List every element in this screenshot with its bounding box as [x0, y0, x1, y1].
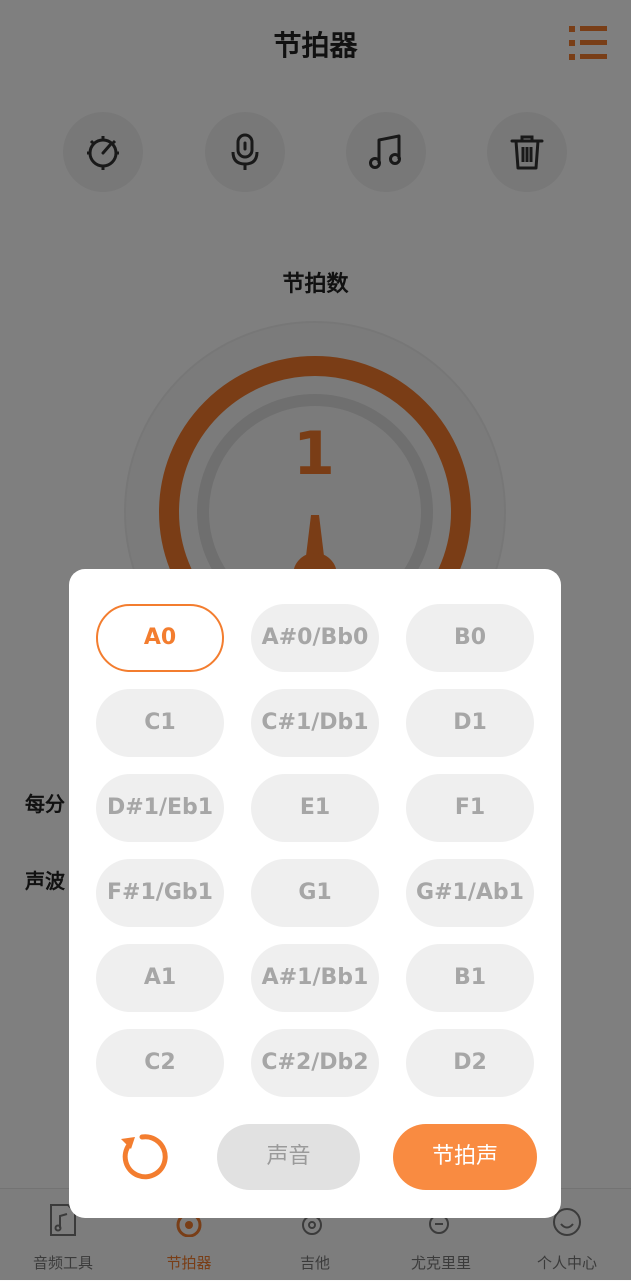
note-option[interactable]: D#1/Eb1	[96, 774, 224, 842]
note-option[interactable]: C#1/Db1	[251, 689, 379, 757]
beat-sound-button[interactable]: 节拍声	[393, 1124, 537, 1190]
note-option[interactable]: A#1/Bb1	[251, 944, 379, 1012]
reset-icon[interactable]	[115, 1129, 169, 1183]
note-option[interactable]: E1	[251, 774, 379, 842]
note-option[interactable]: A1	[96, 944, 224, 1012]
note-option[interactable]: G1	[251, 859, 379, 927]
note-option[interactable]: A#0/Bb0	[251, 604, 379, 672]
note-option[interactable]: F#1/Gb1	[96, 859, 224, 927]
note-option[interactable]: B1	[406, 944, 534, 1012]
note-option[interactable]: G#1/Ab1	[406, 859, 534, 927]
note-grid: A0 A#0/Bb0 B0 C1 C#1/Db1 D1 D#1/Eb1 E1 F…	[96, 604, 534, 1097]
note-option[interactable]: C1	[96, 689, 224, 757]
note-option[interactable]: A0	[96, 604, 224, 672]
sound-button[interactable]: 声音	[217, 1124, 360, 1190]
note-option[interactable]: C2	[96, 1029, 224, 1097]
note-picker-dialog: A0 A#0/Bb0 B0 C1 C#1/Db1 D1 D#1/Eb1 E1 F…	[69, 569, 561, 1218]
note-option[interactable]: C#2/Db2	[251, 1029, 379, 1097]
note-option[interactable]: B0	[406, 604, 534, 672]
note-option[interactable]: D2	[406, 1029, 534, 1097]
note-option[interactable]: D1	[406, 689, 534, 757]
note-option[interactable]: F1	[406, 774, 534, 842]
